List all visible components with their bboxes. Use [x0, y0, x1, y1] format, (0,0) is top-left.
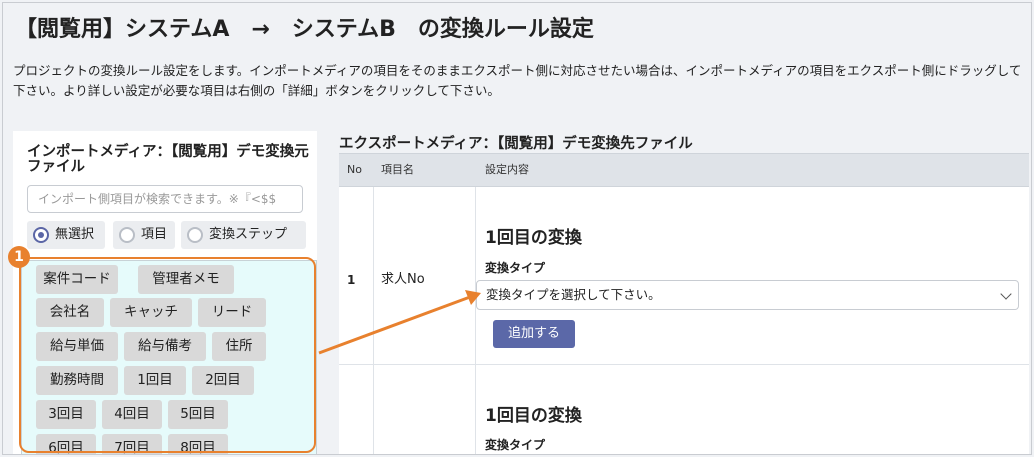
- import-item-tag[interactable]: 5回目: [168, 400, 228, 429]
- page-title: 【閲覧用】システムA → システムB の変換ルール設定: [15, 17, 594, 42]
- export-table-header: No 項目名 設定内容: [339, 153, 1029, 187]
- import-item-tag[interactable]: 勤務時間: [36, 366, 118, 395]
- row-no: 1: [347, 273, 356, 287]
- radio-conversion-step[interactable]: 変換ステップ: [181, 221, 306, 249]
- import-item-tag[interactable]: 6回目: [36, 434, 96, 454]
- import-item-list: 案件コード 管理者メモ 会社名 キャッチ リード 給与単価 給与備考 住所 勤務…: [21, 260, 317, 454]
- column-divider: [475, 187, 476, 454]
- export-panel-title: エクスポートメディア：【閲覧用】デモ変換先ファイル: [339, 136, 693, 152]
- add-button[interactable]: 追加する: [493, 320, 575, 348]
- conversion-heading: 1回目の変換: [485, 406, 582, 426]
- radio-unchecked-icon: [119, 227, 135, 243]
- radio-unchecked-icon: [187, 227, 203, 243]
- screen-frame: 【閲覧用】システムA → システムB の変換ルール設定 プロジェクトの変換ルール…: [2, 2, 1032, 455]
- radio-label: 項目: [141, 227, 168, 242]
- table-row: 1 求人No 1回目の変換 変換タイプ 変換タイプを選択して下さい。 追加する: [339, 187, 1029, 365]
- import-item-tag[interactable]: キャッチ: [110, 298, 192, 327]
- radio-label: 無選択: [55, 227, 95, 242]
- import-item-tag[interactable]: 7回目: [102, 434, 162, 454]
- import-item-tag[interactable]: 管理者メモ: [138, 265, 234, 294]
- import-panel-title: インポートメディア：【閲覧用】デモ変換元ファイル: [27, 144, 309, 175]
- header-no: No: [347, 163, 362, 176]
- import-item-tag[interactable]: リード: [198, 298, 266, 327]
- conversion-type-label: 変換タイプ: [485, 438, 546, 452]
- export-table: No 項目名 設定内容 1 求人No 1回目の変換 変換タイプ 変換タイプを選択…: [339, 153, 1029, 454]
- import-item-tag[interactable]: 住所: [212, 332, 266, 361]
- import-item-tag[interactable]: 給与備考: [124, 332, 206, 361]
- import-item-tag[interactable]: 2回目: [192, 366, 254, 395]
- row-item-name: 求人No: [381, 272, 425, 287]
- import-item-tag[interactable]: 案件コード: [36, 265, 118, 294]
- radio-none[interactable]: 無選択: [27, 221, 105, 249]
- radio-label: 変換ステップ: [209, 227, 288, 242]
- header-item-name: 項目名: [381, 163, 414, 176]
- import-item-tag[interactable]: 給与単価: [36, 332, 118, 361]
- import-item-tag[interactable]: 4回目: [102, 400, 162, 429]
- import-item-tag[interactable]: 会社名: [36, 298, 104, 327]
- page-description: プロジェクトの変換ルール設定をします。インポートメディアの項目をそのままエクスポ…: [13, 63, 1022, 98]
- column-divider: [373, 187, 374, 454]
- import-item-tag[interactable]: 1回目: [124, 366, 186, 395]
- chevron-down-icon: [1000, 288, 1012, 300]
- import-search-input[interactable]: インポート側項目が検索できます。※『<$$: [27, 185, 303, 213]
- radio-checked-icon: [33, 227, 49, 243]
- table-row: 1回目の変換 変換タイプ: [339, 365, 1029, 454]
- radio-item[interactable]: 項目: [113, 221, 175, 249]
- annotation-badge: 1: [8, 246, 30, 268]
- conversion-type-select[interactable]: 変換タイプを選択して下さい。: [476, 280, 1019, 310]
- select-value: 変換タイプを選択して下さい。: [486, 287, 661, 302]
- import-item-tag[interactable]: 3回目: [36, 400, 96, 429]
- conversion-heading: 1回目の変換: [485, 228, 582, 248]
- header-setting: 設定内容: [485, 163, 529, 176]
- import-item-tag[interactable]: 8回目: [168, 434, 228, 454]
- conversion-type-label: 変換タイプ: [485, 261, 546, 275]
